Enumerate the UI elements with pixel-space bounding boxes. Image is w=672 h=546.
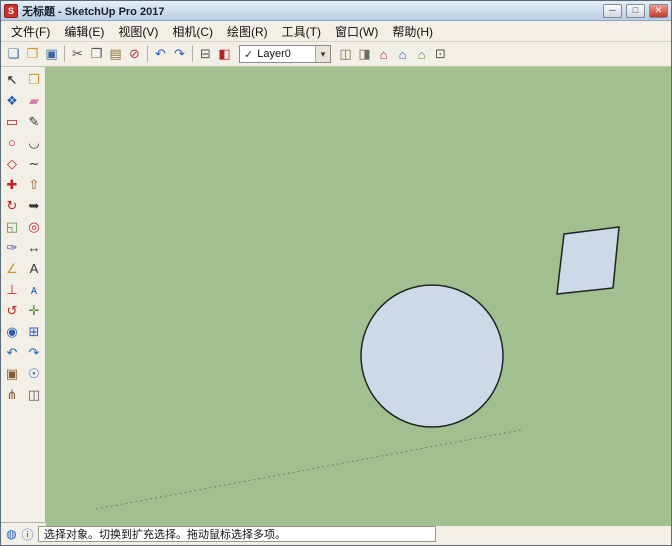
line-tool[interactable]: ✎ (23, 111, 45, 132)
toolbar-separator (64, 46, 65, 62)
open-button[interactable]: ❒ (23, 45, 42, 64)
ground (46, 67, 672, 526)
menu-bar: 文件(F)编辑(E)视图(V)相机(C)绘图(R)工具(T)窗口(W)帮助(H) (1, 21, 671, 42)
menu-edit[interactable]: 编辑(E) (57, 22, 111, 41)
arc-tool[interactable]: ◡ (23, 132, 45, 153)
menu-window[interactable]: 窗口(W) (328, 22, 385, 41)
main-toolbar: ❏❒▣✂❐▤⊘↶↷⊟◧✓Layer0▾◫◨⌂⌂⌂⊡ (1, 42, 671, 67)
eraser-tool[interactable]: ▰ (23, 90, 45, 111)
save-button[interactable]: ▣ (42, 45, 61, 64)
undo-button[interactable]: ↶ (151, 45, 170, 64)
scale-tool[interactable]: ◱ (1, 216, 23, 237)
toolbar-separator (147, 46, 148, 62)
tool-palette: ↖❒❖▰▭✎○◡◇∼✚⇧↻➥◱◎✑↔∠A⊥ᴀ↺✛◉⊞↶↷▣☉⋔◫ (1, 67, 46, 522)
walk-tool[interactable]: ⋔ (1, 384, 23, 405)
geolocation-icon[interactable]: ◍ (4, 527, 19, 542)
rectangle-tool[interactable]: ▭ (1, 111, 23, 132)
window-title: 无标题 - SketchUp Pro 2017 (22, 3, 599, 19)
text-tool[interactable]: A (23, 258, 45, 279)
axes-tool[interactable]: ⊥ (1, 279, 23, 300)
extension-warehouse-icon[interactable]: ⌂ (412, 45, 431, 64)
sketchup-logo-icon: S (4, 4, 18, 18)
3d-text-tool[interactable]: ᴀ (23, 279, 45, 300)
share-model-icon[interactable]: ⌂ (393, 45, 412, 64)
next-view-tool[interactable]: ↷ (23, 342, 45, 363)
components-icon[interactable]: ◫ (336, 45, 355, 64)
active-layer-check-icon: ✓ (244, 48, 253, 61)
menu-camera[interactable]: 相机(C) (165, 22, 220, 41)
status-tip: 选择对象。切换到扩充选择。拖动鼠标选择多项。 (38, 526, 436, 542)
protractor-tool[interactable]: ∠ (1, 258, 23, 279)
cut-button[interactable]: ✂ (68, 45, 87, 64)
tape-measure-tool[interactable]: ✑ (1, 237, 23, 258)
freehand-tool[interactable]: ∼ (23, 153, 45, 174)
canvas-area (46, 67, 671, 522)
paste-button[interactable]: ▤ (106, 45, 125, 64)
sketchup-window: S 无标题 - SketchUp Pro 2017 ─ □ ✕ 文件(F)编辑(… (0, 0, 672, 546)
status-icons: ◍ⓘ (4, 527, 35, 542)
main-area: ↖❒❖▰▭✎○◡◇∼✚⇧↻➥◱◎✑↔∠A⊥ᴀ↺✛◉⊞↶↷▣☉⋔◫ (1, 67, 671, 522)
previous-view-tool[interactable]: ↶ (1, 342, 23, 363)
rotate-tool[interactable]: ↻ (1, 195, 23, 216)
dimension-tool[interactable]: ↔ (23, 237, 45, 258)
push-pull-tool[interactable]: ⇧ (23, 174, 45, 195)
erase-button[interactable]: ⊘ (125, 45, 144, 64)
copy-button[interactable]: ❐ (87, 45, 106, 64)
polygon-tool[interactable]: ◇ (1, 153, 23, 174)
toolbar-separator (192, 46, 193, 62)
layer-combo[interactable]: ✓ Layer0 ▾ (239, 45, 331, 63)
offset-tool[interactable]: ◎ (23, 216, 45, 237)
look-around-tool[interactable]: ☉ (23, 363, 45, 384)
maximize-button[interactable]: □ (626, 4, 645, 18)
close-button[interactable]: ✕ (649, 4, 668, 18)
pan-tool[interactable]: ✛ (23, 300, 45, 321)
model-info-icon[interactable]: ⊡ (431, 45, 450, 64)
select-tool[interactable]: ↖ (1, 69, 23, 90)
canvas[interactable] (46, 67, 672, 526)
zoom-tool[interactable]: ◉ (1, 321, 23, 342)
circle-tool[interactable]: ○ (1, 132, 23, 153)
new-button[interactable]: ❏ (4, 45, 23, 64)
menu-file[interactable]: 文件(F) (4, 22, 57, 41)
menu-draw[interactable]: 绘图(R) (220, 22, 275, 41)
square-shape[interactable] (557, 227, 619, 294)
orbit-tool[interactable]: ↺ (1, 300, 23, 321)
follow-me-tool[interactable]: ➥ (23, 195, 45, 216)
credits-icon[interactable]: ⓘ (20, 527, 35, 542)
print-button[interactable]: ⊟ (196, 45, 215, 64)
menu-view[interactable]: 视图(V) (111, 22, 165, 41)
title-bar: S 无标题 - SketchUp Pro 2017 ─ □ ✕ (1, 1, 671, 21)
make-component-tool[interactable]: ❒ (23, 69, 45, 90)
zoom-extents-tool[interactable]: ⊞ (23, 321, 45, 342)
layers-manager-button[interactable]: ◧ (215, 45, 234, 64)
redo-button[interactable]: ↷ (170, 45, 189, 64)
menu-help[interactable]: 帮助(H) (385, 22, 440, 41)
paint-bucket-tool[interactable]: ❖ (1, 90, 23, 111)
3d-warehouse-icon[interactable]: ⌂ (374, 45, 393, 64)
move-tool[interactable]: ✚ (1, 174, 23, 195)
circle-shape[interactable] (361, 285, 503, 427)
position-camera-tool[interactable]: ▣ (1, 363, 23, 384)
section-plane-tool[interactable]: ◫ (23, 384, 45, 405)
styles-icon[interactable]: ◨ (355, 45, 374, 64)
chevron-down-icon[interactable]: ▾ (315, 46, 330, 62)
layer-combo-value: Layer0 (257, 48, 291, 60)
minimize-button[interactable]: ─ (603, 4, 622, 18)
menu-tools[interactable]: 工具(T) (275, 22, 328, 41)
